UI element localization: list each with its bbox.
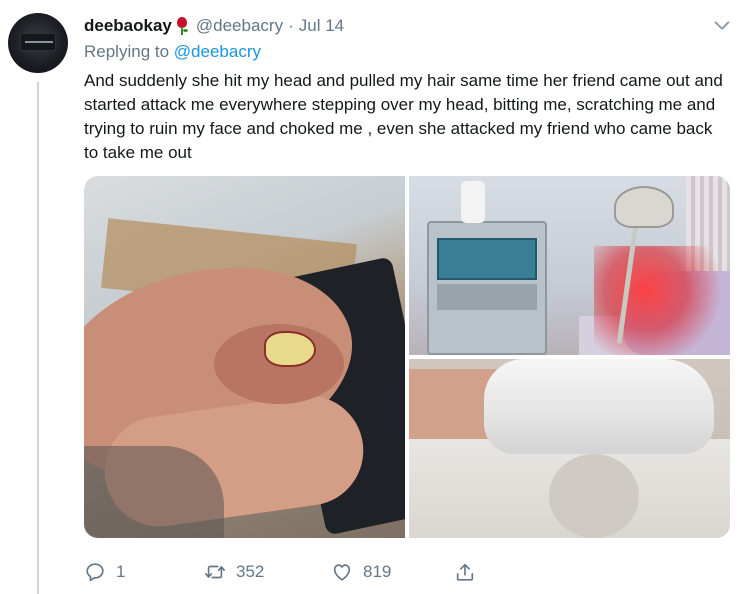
tweet-date[interactable]: Jul 14 bbox=[299, 16, 344, 36]
display-name[interactable]: deebaokay bbox=[84, 16, 172, 36]
chevron-down-icon[interactable] bbox=[711, 15, 733, 37]
retweet-button[interactable]: 352 bbox=[204, 560, 264, 584]
share-button[interactable] bbox=[454, 560, 476, 584]
separator-dot: · bbox=[288, 16, 294, 35]
reply-count: 1 bbox=[116, 562, 126, 581]
photo-injured-finger[interactable] bbox=[84, 176, 405, 538]
avatar[interactable] bbox=[8, 13, 68, 73]
reply-button[interactable]: 1 bbox=[84, 560, 125, 584]
thread-line bbox=[37, 82, 39, 594]
tweet-actions: 1 352 819 bbox=[84, 560, 504, 584]
heart-icon bbox=[333, 564, 351, 581]
media-grid bbox=[84, 176, 730, 538]
retweet-count: 352 bbox=[236, 562, 265, 581]
retweet-icon bbox=[205, 565, 225, 579]
rose-icon bbox=[175, 16, 189, 36]
replying-to: Replying to @deebacry bbox=[84, 42, 261, 62]
reply-icon bbox=[86, 563, 104, 582]
like-button[interactable]: 819 bbox=[331, 560, 391, 584]
user-handle[interactable]: @deebacry bbox=[196, 16, 283, 36]
photo-clinic-treatment[interactable] bbox=[409, 176, 730, 355]
avatar-image bbox=[20, 33, 56, 51]
replying-to-label: Replying to bbox=[84, 42, 170, 61]
tweet-header: deebaokay @deebacry · Jul 14 bbox=[84, 15, 344, 37]
like-count: 819 bbox=[363, 562, 392, 581]
photo-bandaged-arm[interactable] bbox=[409, 359, 730, 538]
share-icon bbox=[456, 563, 474, 581]
tweet-text: And suddenly she hit my head and pulled … bbox=[84, 71, 723, 162]
replying-to-link[interactable]: @deebacry bbox=[174, 42, 261, 61]
